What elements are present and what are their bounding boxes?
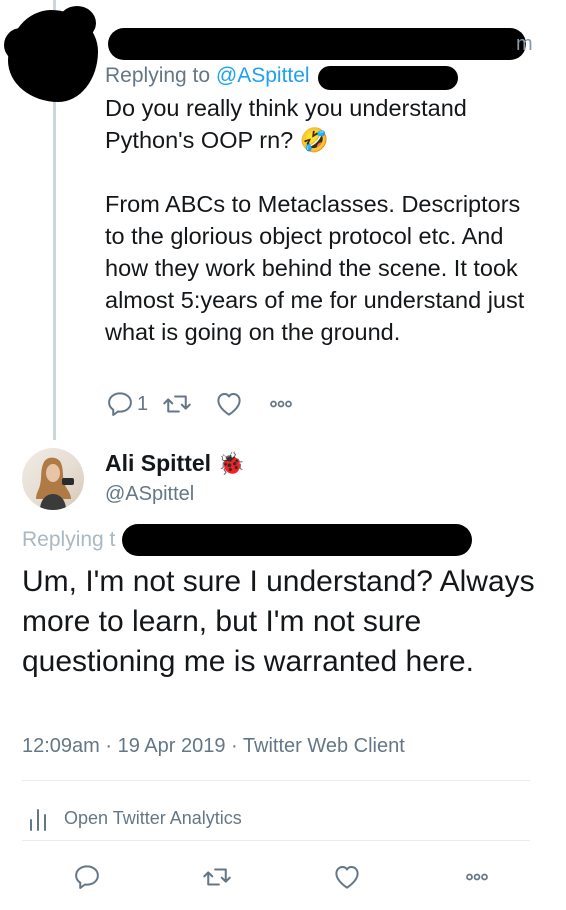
author-name[interactable]: Ali Spittel 🐞 <box>105 450 245 477</box>
reply-icon <box>108 392 132 416</box>
tweet-paragraph: From ABCs to Metaclasses. Descriptors to… <box>105 191 525 345</box>
tweet-text: Um, I'm not sure I understand? Always mo… <box>22 565 535 678</box>
replying-to-mention[interactable]: @ASpittel <box>216 64 310 87</box>
more-icon <box>270 400 292 408</box>
like-icon <box>335 866 359 889</box>
redacted-mention <box>318 66 458 90</box>
replying-to-line: Replying to @ASpittel <box>105 64 310 88</box>
tweet-paragraph: Do you really think you understand Pytho… <box>105 95 467 153</box>
analytics-link[interactable]: Open Twitter Analytics <box>28 804 242 832</box>
ladybug-emoji: 🐞 <box>217 451 245 476</box>
reply-icon <box>75 865 99 889</box>
retweet-button[interactable] <box>202 862 232 892</box>
tweet-actions: 1 <box>105 388 296 420</box>
avatar[interactable] <box>22 448 84 510</box>
like-button[interactable] <box>332 862 362 892</box>
more-icon <box>466 873 488 881</box>
tweet-timestamp[interactable]: 12:09am · 19 Apr 2019 · Twitter Web Clie… <box>22 735 405 758</box>
retweet-icon <box>203 868 231 886</box>
like-icon <box>217 393 241 416</box>
author-handle[interactable]: @ASpittel <box>105 483 194 506</box>
retweet-icon <box>163 395 191 413</box>
reply-button[interactable]: 1 <box>105 389 148 419</box>
analytics-label: Open Twitter Analytics <box>64 807 242 828</box>
redacted-mention <box>122 524 472 556</box>
author-handle-fragment: m <box>516 33 533 55</box>
more-button[interactable] <box>462 862 492 892</box>
analytics-icon <box>30 809 46 831</box>
redacted-avatar <box>4 6 98 102</box>
more-button[interactable] <box>266 389 296 419</box>
reply-button[interactable] <box>72 862 102 892</box>
retweet-button[interactable] <box>162 389 192 419</box>
reply-count: 1 <box>137 392 149 415</box>
author-name-text: Ali Spittel <box>105 450 212 476</box>
replying-to-label: Replying to <box>105 64 216 87</box>
divider <box>22 780 530 781</box>
redacted-author-name <box>108 28 526 60</box>
tweet-text: Do you really think you understand Pytho… <box>105 92 545 380</box>
replying-to-label: Replying t <box>22 528 116 551</box>
divider <box>22 840 530 841</box>
like-button[interactable] <box>214 389 244 419</box>
